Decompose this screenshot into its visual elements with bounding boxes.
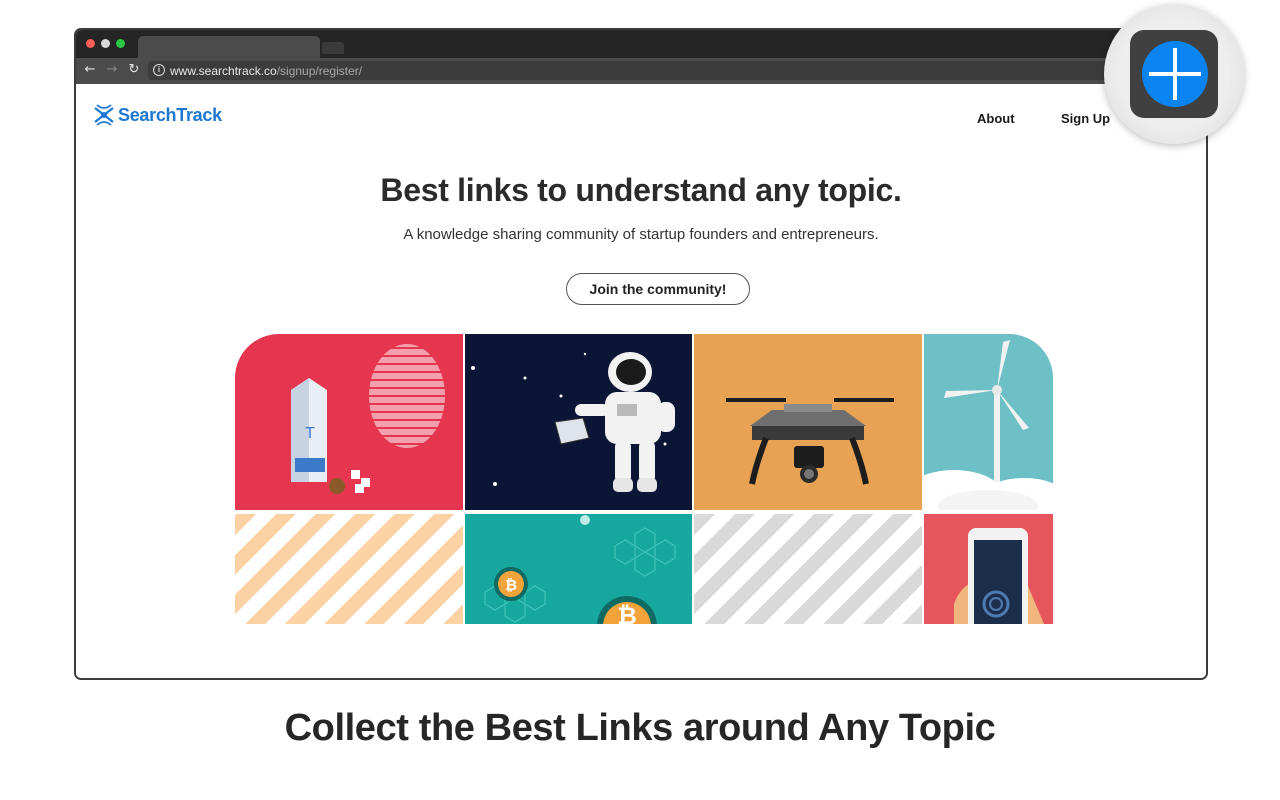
browser-window: ← → ↻ i www.searchtrack.co/signup/regist…	[74, 28, 1208, 680]
astronaut-illustration[interactable]	[465, 334, 692, 510]
reload-icon[interactable]: ↻	[126, 62, 142, 78]
url-path: /signup/register/	[276, 64, 363, 78]
info-icon[interactable]: i	[153, 64, 165, 76]
stripes-peach-tile[interactable]	[235, 514, 463, 624]
topic-image-grid: T ₿ ₿	[235, 334, 1053, 624]
plus-vertical-bar	[1173, 48, 1177, 100]
svg-text:T: T	[305, 425, 315, 442]
nav-about-link[interactable]: About	[977, 111, 1015, 126]
site-logo[interactable]: SearchTrack	[93, 103, 222, 127]
title-bar	[76, 30, 1206, 58]
close-window-button[interactable]	[86, 39, 95, 48]
nav-signup-link[interactable]: Sign Up	[1061, 111, 1110, 126]
svg-text:₿: ₿	[505, 576, 517, 594]
wind-turbine-illustration[interactable]	[924, 334, 1053, 510]
new-tab-button[interactable]	[322, 42, 344, 54]
page-headline: Best links to understand any topic.	[380, 172, 902, 208]
satellite-logo-icon	[94, 104, 114, 126]
browser-tab[interactable]	[138, 36, 320, 58]
forward-arrow-icon[interactable]: →	[104, 62, 120, 78]
milk-carton-illustration[interactable]: T	[235, 334, 463, 510]
promo-caption: Collect the Best Links around Any Topic	[284, 707, 996, 749]
web-page: SearchTrack About Sign Up Best links to …	[76, 84, 1206, 678]
url-text[interactable]: www.searchtrack.co/signup/register/	[170, 64, 362, 78]
extension-badge[interactable]	[1104, 4, 1244, 144]
address-bar[interactable]: i www.searchtrack.co/signup/register/	[148, 61, 1118, 80]
minimize-window-button[interactable]	[101, 39, 110, 48]
join-community-button[interactable]: Join the community!	[566, 273, 750, 305]
url-host: www.searchtrack.co	[170, 64, 277, 78]
page-subheadline: A knowledge sharing community of startup…	[403, 226, 879, 243]
smartphone-illustration[interactable]	[924, 514, 1053, 624]
add-plus-icon[interactable]	[1142, 41, 1208, 107]
logo-text: SearchTrack	[118, 104, 222, 125]
back-arrow-icon[interactable]: ←	[82, 62, 98, 78]
svg-text:₿: ₿	[617, 602, 637, 624]
extension-icon-tile	[1130, 30, 1218, 118]
maximize-window-button[interactable]	[116, 39, 125, 48]
browser-toolbar: ← → ↻ i www.searchtrack.co/signup/regist…	[76, 58, 1206, 84]
bitcoin-illustration[interactable]: ₿ ₿	[465, 514, 692, 624]
stripes-gray-tile[interactable]	[694, 514, 922, 624]
drone-illustration[interactable]	[694, 334, 922, 510]
